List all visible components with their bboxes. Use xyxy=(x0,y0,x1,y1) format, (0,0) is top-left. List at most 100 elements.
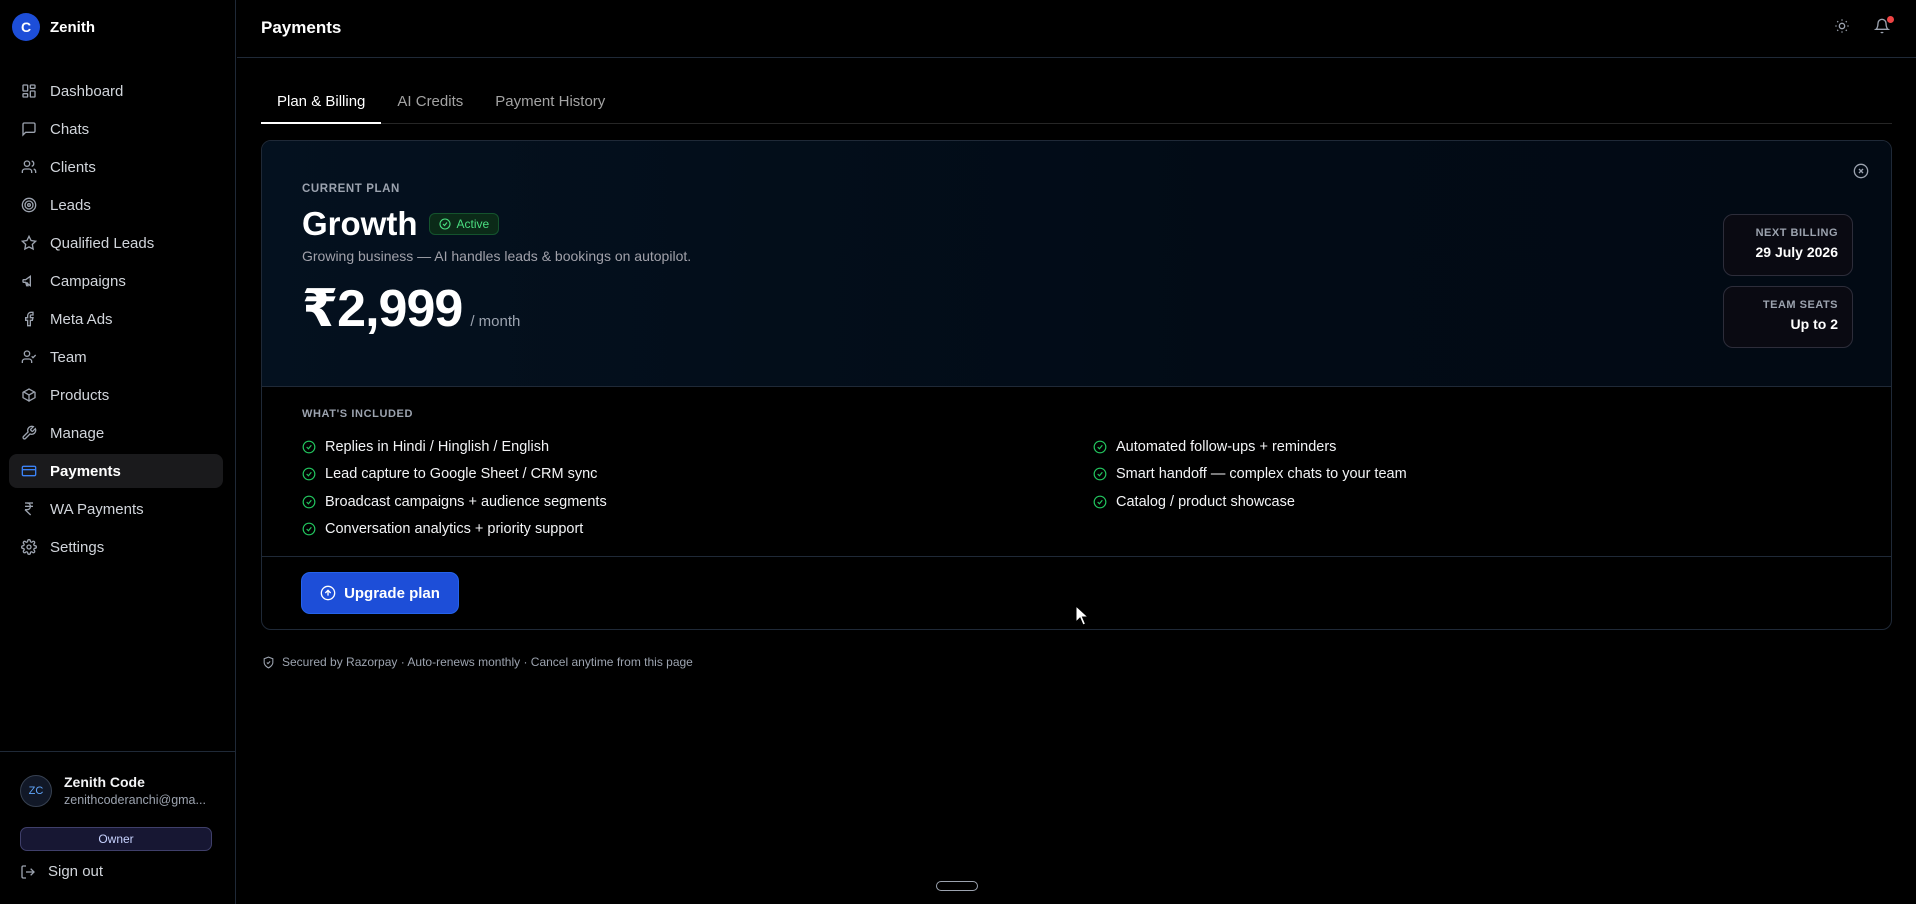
check-circle-icon xyxy=(302,467,316,481)
role-badge: Owner xyxy=(20,827,212,851)
feature-item: Conversation analytics + priority suppor… xyxy=(302,516,607,544)
top-bar: Payments xyxy=(237,0,1916,58)
feature-text: Broadcast campaigns + audience segments xyxy=(325,493,607,510)
feature-item: Broadcast campaigns + audience segments xyxy=(302,488,607,516)
log-out-icon xyxy=(20,864,36,880)
star-icon xyxy=(21,235,37,251)
sign-out-label: Sign out xyxy=(48,863,104,880)
sidebar-item-qualified-leads[interactable]: Qualified Leads xyxy=(9,226,223,260)
sidebar-item-products[interactable]: Products xyxy=(9,378,223,412)
tab-plan-billing[interactable]: Plan & Billing xyxy=(261,86,382,124)
team-seats-label: TEAM SEATS xyxy=(1762,299,1838,311)
grid-icon xyxy=(21,83,37,99)
brand-logo: C xyxy=(12,13,40,41)
sidebar-item-team[interactable]: Team xyxy=(9,340,223,374)
upgrade-plan-button[interactable]: Upgrade plan xyxy=(302,573,458,613)
sidebar-item-chats[interactable]: Chats xyxy=(9,112,223,146)
check-circle-icon xyxy=(302,440,316,454)
tab-ai-credits[interactable]: AI Credits xyxy=(381,86,479,124)
check-circle-icon xyxy=(1093,467,1107,481)
plan-summary: CURRENT PLAN Growth Active Growing busin… xyxy=(262,141,1891,387)
sidebar: C Zenith Dashboard Chats Clients Leads Q… xyxy=(0,0,236,904)
sidebar-item-label: Qualified Leads xyxy=(50,234,155,252)
gear-icon xyxy=(21,539,37,555)
team-seats-value: Up to 2 xyxy=(1790,316,1838,332)
notifications-bell-icon[interactable] xyxy=(1874,16,1894,36)
next-billing-value: 29 July 2026 xyxy=(1755,244,1838,260)
sidebar-item-settings[interactable]: Settings xyxy=(9,530,223,564)
features-section: WHAT'S INCLUDED Replies in Hindi / Hingl… xyxy=(262,387,1891,557)
page-title: Payments xyxy=(261,18,342,37)
credit-card-icon xyxy=(21,463,37,479)
user-name: Zenith Code xyxy=(64,774,145,790)
close-icon[interactable] xyxy=(1853,163,1869,179)
sidebar-item-manage[interactable]: Manage xyxy=(9,416,223,450)
sidebar-nav: Dashboard Chats Clients Leads Qualified … xyxy=(9,74,223,568)
tabs: Plan & Billing AI Credits Payment Histor… xyxy=(261,86,1892,124)
user-check-icon xyxy=(21,349,37,365)
tab-payment-history[interactable]: Payment History xyxy=(479,86,621,124)
sidebar-item-campaigns[interactable]: Campaigns xyxy=(9,264,223,298)
rupee-icon xyxy=(21,501,37,517)
feature-text: Smart handoff — complex chats to your te… xyxy=(1116,466,1407,483)
plan-card: CURRENT PLAN Growth Active Growing busin… xyxy=(261,140,1892,630)
sidebar-item-leads[interactable]: Leads xyxy=(9,188,223,222)
features-right-list: Automated follow-ups + reminders Smart h… xyxy=(1093,433,1407,516)
feature-text: Catalog / product showcase xyxy=(1116,493,1295,510)
mouse-cursor-icon xyxy=(1075,605,1089,626)
shield-check-icon xyxy=(262,656,275,669)
sidebar-item-label: Payments xyxy=(50,462,121,480)
next-billing-label: NEXT BILLING xyxy=(1755,227,1838,239)
price-period: / month xyxy=(470,313,521,330)
check-circle-icon xyxy=(1093,440,1107,454)
sidebar-item-label: Dashboard xyxy=(50,82,124,100)
user-email: zenithcoderanchi@gma... xyxy=(64,793,206,807)
brand[interactable]: C Zenith xyxy=(0,0,235,54)
avatar: ZC xyxy=(20,774,52,807)
sidebar-footer: ZC Zenith Code zenithcoderanchi@gma... O… xyxy=(0,751,235,880)
bottom-handle[interactable] xyxy=(936,881,978,891)
sidebar-item-wa-payments[interactable]: WA Payments xyxy=(9,492,223,526)
feature-text: Replies in Hindi / Hinglish / English xyxy=(325,438,550,455)
upgrade-plan-label: Upgrade plan xyxy=(344,584,440,602)
message-square-icon xyxy=(21,121,37,137)
features-left-list: Replies in Hindi / Hinglish / English Le… xyxy=(302,433,607,543)
sidebar-item-label: Meta Ads xyxy=(50,310,113,328)
notification-dot xyxy=(1887,16,1894,23)
sidebar-item-label: Manage xyxy=(50,424,105,442)
feature-item: Catalog / product showcase xyxy=(1093,488,1407,516)
status-badge: Active xyxy=(429,213,500,235)
secure-note-text: Secured by Razorpay · Auto-renews monthl… xyxy=(282,655,693,669)
feature-text: Automated follow-ups + reminders xyxy=(1116,438,1337,455)
check-circle-icon xyxy=(302,495,316,509)
check-circle-icon xyxy=(302,522,316,536)
sidebar-item-label: Leads xyxy=(50,196,91,214)
sidebar-item-clients[interactable]: Clients xyxy=(9,150,223,184)
arrow-up-circle-icon xyxy=(320,585,336,601)
sidebar-item-label: Team xyxy=(50,348,87,366)
sidebar-item-meta-ads[interactable]: Meta Ads xyxy=(9,302,223,336)
sign-out-button[interactable]: Sign out xyxy=(20,863,103,880)
sidebar-item-label: Chats xyxy=(50,120,90,138)
brand-name: Zenith xyxy=(50,18,95,36)
sidebar-item-label: Products xyxy=(50,386,110,404)
feature-text: Conversation analytics + priority suppor… xyxy=(325,521,584,538)
megaphone-icon xyxy=(21,273,37,289)
check-circle-icon xyxy=(439,218,452,230)
check-circle-icon xyxy=(1093,495,1107,509)
plan-description: Growing business — AI handles leads & bo… xyxy=(302,248,692,264)
sidebar-item-payments[interactable]: Payments xyxy=(9,454,223,488)
feature-item: Smart handoff — complex chats to your te… xyxy=(1093,461,1407,489)
sidebar-item-dashboard[interactable]: Dashboard xyxy=(9,74,223,108)
plan-name: Growth xyxy=(302,205,418,242)
theme-toggle-sun-icon[interactable] xyxy=(1834,18,1852,36)
team-seats-box: TEAM SEATS Up to 2 xyxy=(1723,286,1853,348)
feature-item: Replies in Hindi / Hinglish / English xyxy=(302,433,607,461)
facebook-icon xyxy=(21,311,37,327)
users-icon xyxy=(21,159,37,175)
current-plan-label: CURRENT PLAN xyxy=(302,183,400,195)
feature-item: Lead capture to Google Sheet / CRM sync xyxy=(302,461,607,489)
secure-note: Secured by Razorpay · Auto-renews monthl… xyxy=(262,655,693,669)
user-profile[interactable]: ZC Zenith Code zenithcoderanchi@gma... xyxy=(20,774,206,807)
status-text: Active xyxy=(456,217,490,231)
